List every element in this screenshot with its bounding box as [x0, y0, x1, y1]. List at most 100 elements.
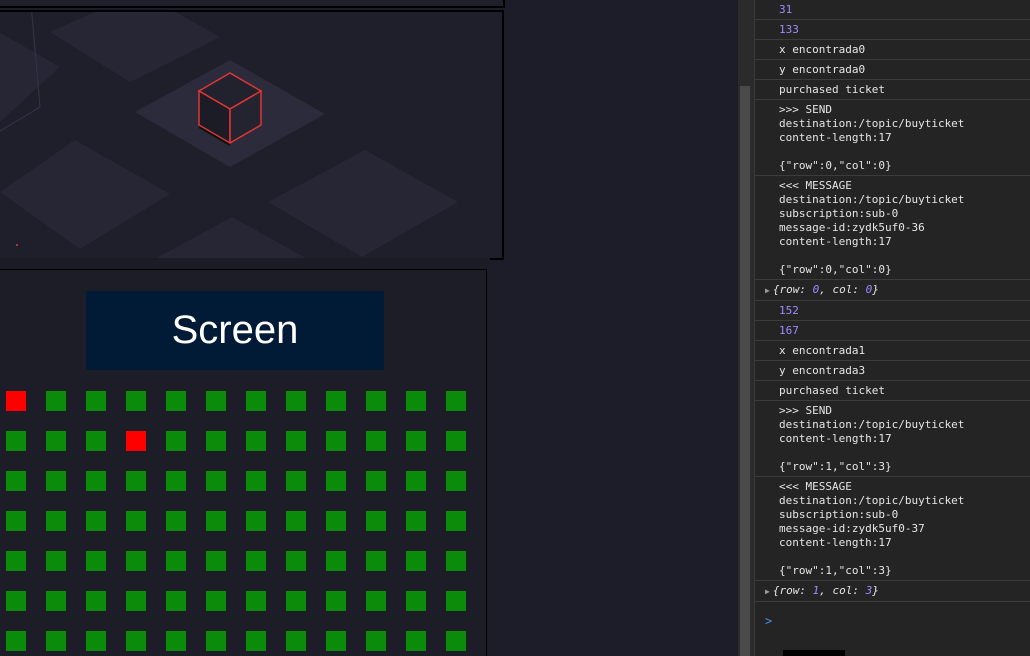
seat-available[interactable] [326, 631, 346, 651]
console-object-entry[interactable]: ▶ {row: 1, col: 3} [755, 581, 1030, 602]
seat-available[interactable] [166, 551, 186, 571]
seat-available[interactable] [286, 471, 306, 491]
seat-available[interactable] [406, 511, 426, 531]
seat-available[interactable] [46, 471, 66, 491]
cinema-app: Screen [0, 0, 738, 656]
seat-available[interactable] [446, 391, 466, 411]
seat-available[interactable] [366, 631, 386, 651]
seat-available[interactable] [86, 551, 106, 571]
console-log-entry: x encontrada1 [755, 341, 1030, 361]
seat-available[interactable] [446, 631, 466, 651]
seat-available[interactable] [286, 551, 306, 571]
seat-available[interactable] [206, 471, 226, 491]
seat-available[interactable] [86, 511, 106, 531]
seat-available[interactable] [366, 391, 386, 411]
seat-available[interactable] [366, 591, 386, 611]
drawer-tab[interactable] [783, 650, 845, 656]
seat-available[interactable] [326, 431, 346, 451]
seat-available[interactable] [6, 631, 26, 651]
seat-available[interactable] [366, 551, 386, 571]
seat-available[interactable] [46, 391, 66, 411]
floor-tile [0, 140, 170, 249]
seat-available[interactable] [446, 471, 466, 491]
seat-available[interactable] [446, 431, 466, 451]
screen-label: Screen [171, 308, 299, 352]
console-scrollbar[interactable] [738, 0, 755, 656]
seat-available[interactable] [6, 471, 26, 491]
seat-available[interactable] [46, 511, 66, 531]
console-number-entry: 167 [755, 321, 1030, 341]
seat-available[interactable] [166, 471, 186, 491]
expand-triangle-icon[interactable]: ▶ [765, 587, 770, 596]
seat-available[interactable] [286, 631, 306, 651]
seat-available[interactable] [206, 511, 226, 531]
isometric-scene-canvas[interactable] [0, 10, 504, 260]
seat-available[interactable] [86, 431, 106, 451]
scrollbar-thumb[interactable] [740, 86, 750, 656]
seat-available[interactable] [166, 631, 186, 651]
seat-available[interactable] [46, 431, 66, 451]
console-log-entry: y encontrada3 [755, 361, 1030, 381]
seat-available[interactable] [366, 471, 386, 491]
seat-available[interactable] [86, 591, 106, 611]
seat-available[interactable] [126, 591, 146, 611]
seat-available[interactable] [246, 431, 266, 451]
seat-available[interactable] [126, 551, 146, 571]
seat-available[interactable] [286, 391, 306, 411]
seat-available[interactable] [326, 471, 346, 491]
seat-available[interactable] [126, 471, 146, 491]
seat-purchased[interactable] [126, 431, 146, 451]
seat-available[interactable] [86, 631, 106, 651]
seat-available[interactable] [286, 431, 306, 451]
seat-available[interactable] [166, 431, 186, 451]
console-prompt-icon[interactable]: > [765, 614, 772, 628]
seat-available[interactable] [6, 431, 26, 451]
console-object-entry[interactable]: ▶ {row: 0, col: 0} [755, 280, 1030, 301]
seat-available[interactable] [6, 591, 26, 611]
seat-available[interactable] [446, 591, 466, 611]
seat-available[interactable] [446, 551, 466, 571]
seat-available[interactable] [366, 511, 386, 531]
seat-available[interactable] [246, 511, 266, 531]
seat-available[interactable] [46, 591, 66, 611]
seat-available[interactable] [6, 511, 26, 531]
seat-available[interactable] [206, 591, 226, 611]
seat-purchased[interactable] [6, 391, 26, 411]
seat-available[interactable] [206, 551, 226, 571]
seat-available[interactable] [246, 591, 266, 611]
seat-available[interactable] [406, 431, 426, 451]
seat-available[interactable] [86, 391, 106, 411]
seat-available[interactable] [406, 631, 426, 651]
seat-available[interactable] [126, 511, 146, 531]
seat-available[interactable] [406, 391, 426, 411]
seat-available[interactable] [46, 631, 66, 651]
seat-available[interactable] [86, 471, 106, 491]
seat-available[interactable] [6, 551, 26, 571]
seat-available[interactable] [286, 591, 306, 611]
seat-available[interactable] [246, 471, 266, 491]
seat-available[interactable] [206, 431, 226, 451]
seat-available[interactable] [166, 591, 186, 611]
seat-available[interactable] [206, 391, 226, 411]
seat-available[interactable] [246, 391, 266, 411]
seat-available[interactable] [446, 511, 466, 531]
seat-available[interactable] [166, 511, 186, 531]
seat-available[interactable] [286, 511, 306, 531]
seat-available[interactable] [366, 431, 386, 451]
seat-available[interactable] [326, 511, 346, 531]
seat-available[interactable] [246, 551, 266, 571]
seat-available[interactable] [406, 551, 426, 571]
seat-available[interactable] [126, 391, 146, 411]
seat-available[interactable] [126, 631, 146, 651]
seat-available[interactable] [206, 631, 226, 651]
seat-available[interactable] [406, 471, 426, 491]
seat-available[interactable] [406, 591, 426, 611]
seat-available[interactable] [166, 391, 186, 411]
expand-triangle-icon[interactable]: ▶ [765, 286, 770, 295]
seat-available[interactable] [326, 591, 346, 611]
seat-available[interactable] [46, 551, 66, 571]
console-log-entry: >>> SEND destination:/topic/buyticket co… [755, 100, 1030, 176]
seat-available[interactable] [246, 631, 266, 651]
seat-available[interactable] [326, 391, 346, 411]
seat-available[interactable] [326, 551, 346, 571]
